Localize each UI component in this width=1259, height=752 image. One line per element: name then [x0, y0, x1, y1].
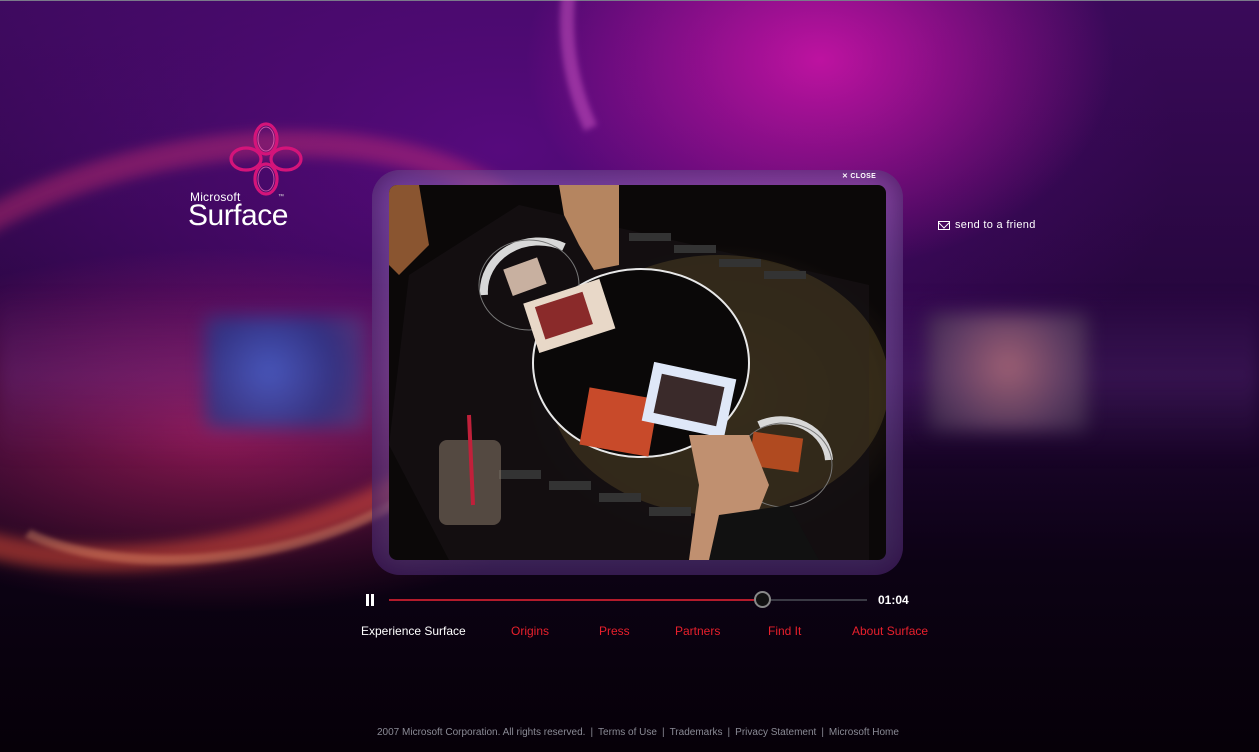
send-to-friend-label: send to a friend [955, 219, 1036, 231]
nav-partners[interactable]: Partners [675, 624, 720, 638]
playback-time: 01:04 [878, 593, 909, 607]
logo-surface-text: Surface [188, 199, 288, 232]
video-scrubber[interactable] [389, 591, 867, 608]
footer-copyright: 2007 Microsoft Corporation. All rights r… [377, 727, 586, 738]
scrubber-progress [389, 599, 762, 601]
nav-find-it[interactable]: Find It [768, 624, 801, 638]
pause-icon [366, 594, 369, 606]
footer-trademarks-link[interactable]: Trademarks [670, 727, 723, 738]
close-button[interactable]: ✕ CLOSE [842, 172, 876, 180]
video-area[interactable] [389, 185, 886, 560]
send-to-friend-link[interactable]: send to a friend [938, 219, 1036, 231]
scrubber-handle[interactable] [753, 591, 771, 608]
pause-button[interactable] [366, 594, 375, 606]
mail-icon [938, 220, 950, 230]
main-nav: Experience Surface Origins Press Partner… [0, 624, 1259, 640]
video-frame-image [389, 185, 886, 560]
nav-origins[interactable]: Origins [511, 624, 549, 638]
close-label: CLOSE [850, 173, 877, 180]
carousel-thumbnail-right[interactable] [928, 313, 1088, 431]
nav-experience-surface[interactable]: Experience Surface [361, 624, 466, 638]
footer-microsoft-home-link[interactable]: Microsoft Home [829, 727, 899, 738]
carousel-thumbnail-left[interactable] [205, 316, 365, 428]
nav-press[interactable]: Press [599, 624, 630, 638]
nav-about-surface[interactable]: About Surface [852, 624, 928, 638]
footer-terms-link[interactable]: Terms of Use [598, 727, 657, 738]
surface-knot-logo-icon [229, 122, 303, 196]
surface-logo[interactable]: Microsoft ™ Surface [188, 121, 308, 236]
footer: 2007 Microsoft Corporation. All rights r… [377, 727, 899, 738]
footer-privacy-link[interactable]: Privacy Statement [735, 727, 816, 738]
